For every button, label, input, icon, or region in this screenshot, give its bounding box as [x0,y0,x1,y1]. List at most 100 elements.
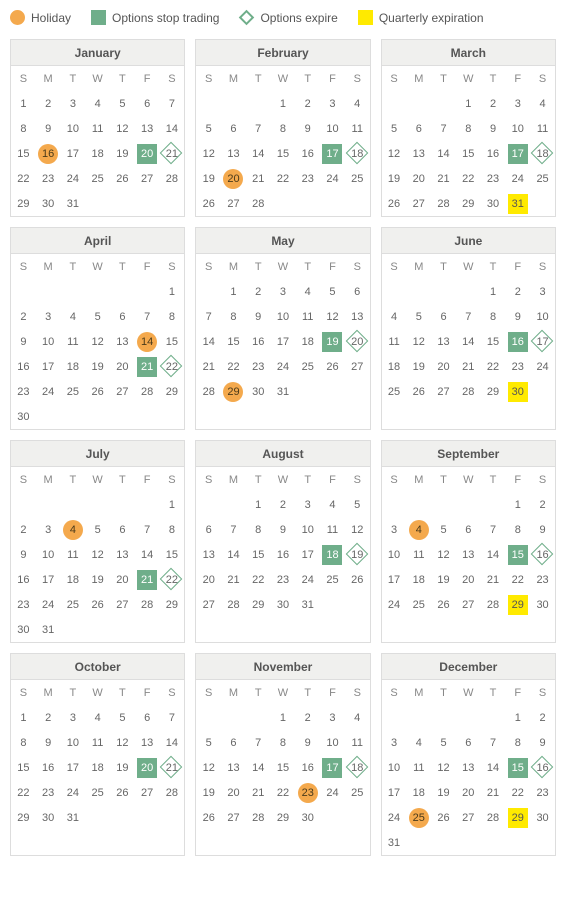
day-cell: 7 [456,304,481,329]
day-cell: 29 [505,592,530,617]
day-cell: 22 [221,354,246,379]
day-cell: 21 [135,567,160,592]
dow-header: S [11,66,36,91]
month-title: October [11,654,184,680]
day-cell: 30 [481,191,506,216]
day-cell: 13 [221,755,246,780]
day-cell: 12 [110,730,135,755]
day-cell: 19 [431,780,456,805]
day-cell: 14 [481,542,506,567]
month-april: AprilSMTWTFS1234567891011121314151617181… [10,227,185,430]
month-july: JulySMTWTFS12345678910111213141516171819… [10,440,185,643]
dow-header: T [110,254,135,279]
day-cell: 10 [36,329,61,354]
day-cell: 30 [11,617,36,642]
day-cell: 30 [36,805,61,830]
day-cell: 28 [196,379,221,404]
dow-header: S [382,467,407,492]
day-cell: 12 [85,542,110,567]
day-cell: 14 [221,542,246,567]
dow-header: W [456,680,481,705]
dow-header: S [196,467,221,492]
day-cell: 28 [160,166,185,191]
day-cell: 4 [382,304,407,329]
legend-item-expire: Options expire [239,10,337,25]
day-cell: 24 [271,354,296,379]
dow-header: W [271,66,296,91]
day-cell: 2 [36,91,61,116]
day-cell: 15 [160,329,185,354]
day-cell: 10 [382,542,407,567]
day-cell: 30 [11,404,36,429]
dow-header: S [345,66,370,91]
dow-header: S [160,66,185,91]
day-cell: 14 [135,542,160,567]
dow-header: T [295,467,320,492]
day-cell: 18 [406,567,431,592]
day-cell: 19 [320,329,345,354]
day-cell: 12 [382,141,407,166]
day-cell: 25 [530,166,555,191]
legend-item-quarterly: Quarterly expiration [358,10,484,25]
day-cell: 20 [196,567,221,592]
day-cell: 2 [295,91,320,116]
dow-header: T [481,680,506,705]
day-cell: 8 [271,116,296,141]
day-cell: 29 [160,592,185,617]
dow-header: F [320,467,345,492]
day-cell: 25 [295,354,320,379]
day-cell: 30 [530,592,555,617]
day-cell: 27 [196,592,221,617]
dow-header: T [295,680,320,705]
day-cell: 18 [345,141,370,166]
day-cell: 28 [246,805,271,830]
month-title: March [382,40,555,66]
month-table: SMTWTFS123456789101112131415161718192021… [11,254,184,429]
dow-header: F [135,467,160,492]
day-cell: 24 [382,592,407,617]
day-cell: 27 [110,592,135,617]
dow-header: T [110,66,135,91]
day-cell: 31 [505,191,530,216]
day-cell: 24 [530,354,555,379]
dow-header: T [61,66,86,91]
day-cell: 26 [382,191,407,216]
calendar-grid: JanuarySMTWTFS12345678910111213141516171… [10,39,556,856]
day-cell: 31 [271,379,296,404]
dow-header: M [406,467,431,492]
day-cell: 31 [36,617,61,642]
day-cell: 6 [110,517,135,542]
day-cell: 13 [135,116,160,141]
day-cell: 20 [456,567,481,592]
day-cell: 20 [221,166,246,191]
day-cell: 29 [11,191,36,216]
day-cell: 27 [110,379,135,404]
day-cell: 11 [345,116,370,141]
day-cell: 11 [345,730,370,755]
day-cell: 27 [345,354,370,379]
day-cell: 13 [431,329,456,354]
day-cell: 4 [345,91,370,116]
day-cell: 22 [246,567,271,592]
month-table: SMTWTFS123456789101112131415161718192021… [196,680,369,830]
dow-header: W [271,467,296,492]
day-cell: 27 [431,379,456,404]
day-cell: 8 [11,730,36,755]
day-cell: 26 [406,379,431,404]
day-cell: 25 [406,592,431,617]
month-table: SMTWTFS123456789101112131415161718192021… [382,467,555,617]
dow-header: S [530,254,555,279]
day-cell: 24 [382,805,407,830]
dow-header: T [481,467,506,492]
month-table: SMTWTFS123456789101112131415161718192021… [196,467,369,617]
day-cell: 16 [36,141,61,166]
day-cell: 1 [160,492,185,517]
dow-header: T [61,467,86,492]
legend-label: Quarterly expiration [379,11,484,25]
day-cell: 19 [85,567,110,592]
dow-header: S [345,254,370,279]
day-cell: 11 [61,542,86,567]
day-cell: 8 [505,517,530,542]
day-cell: 5 [406,304,431,329]
day-cell: 5 [345,492,370,517]
